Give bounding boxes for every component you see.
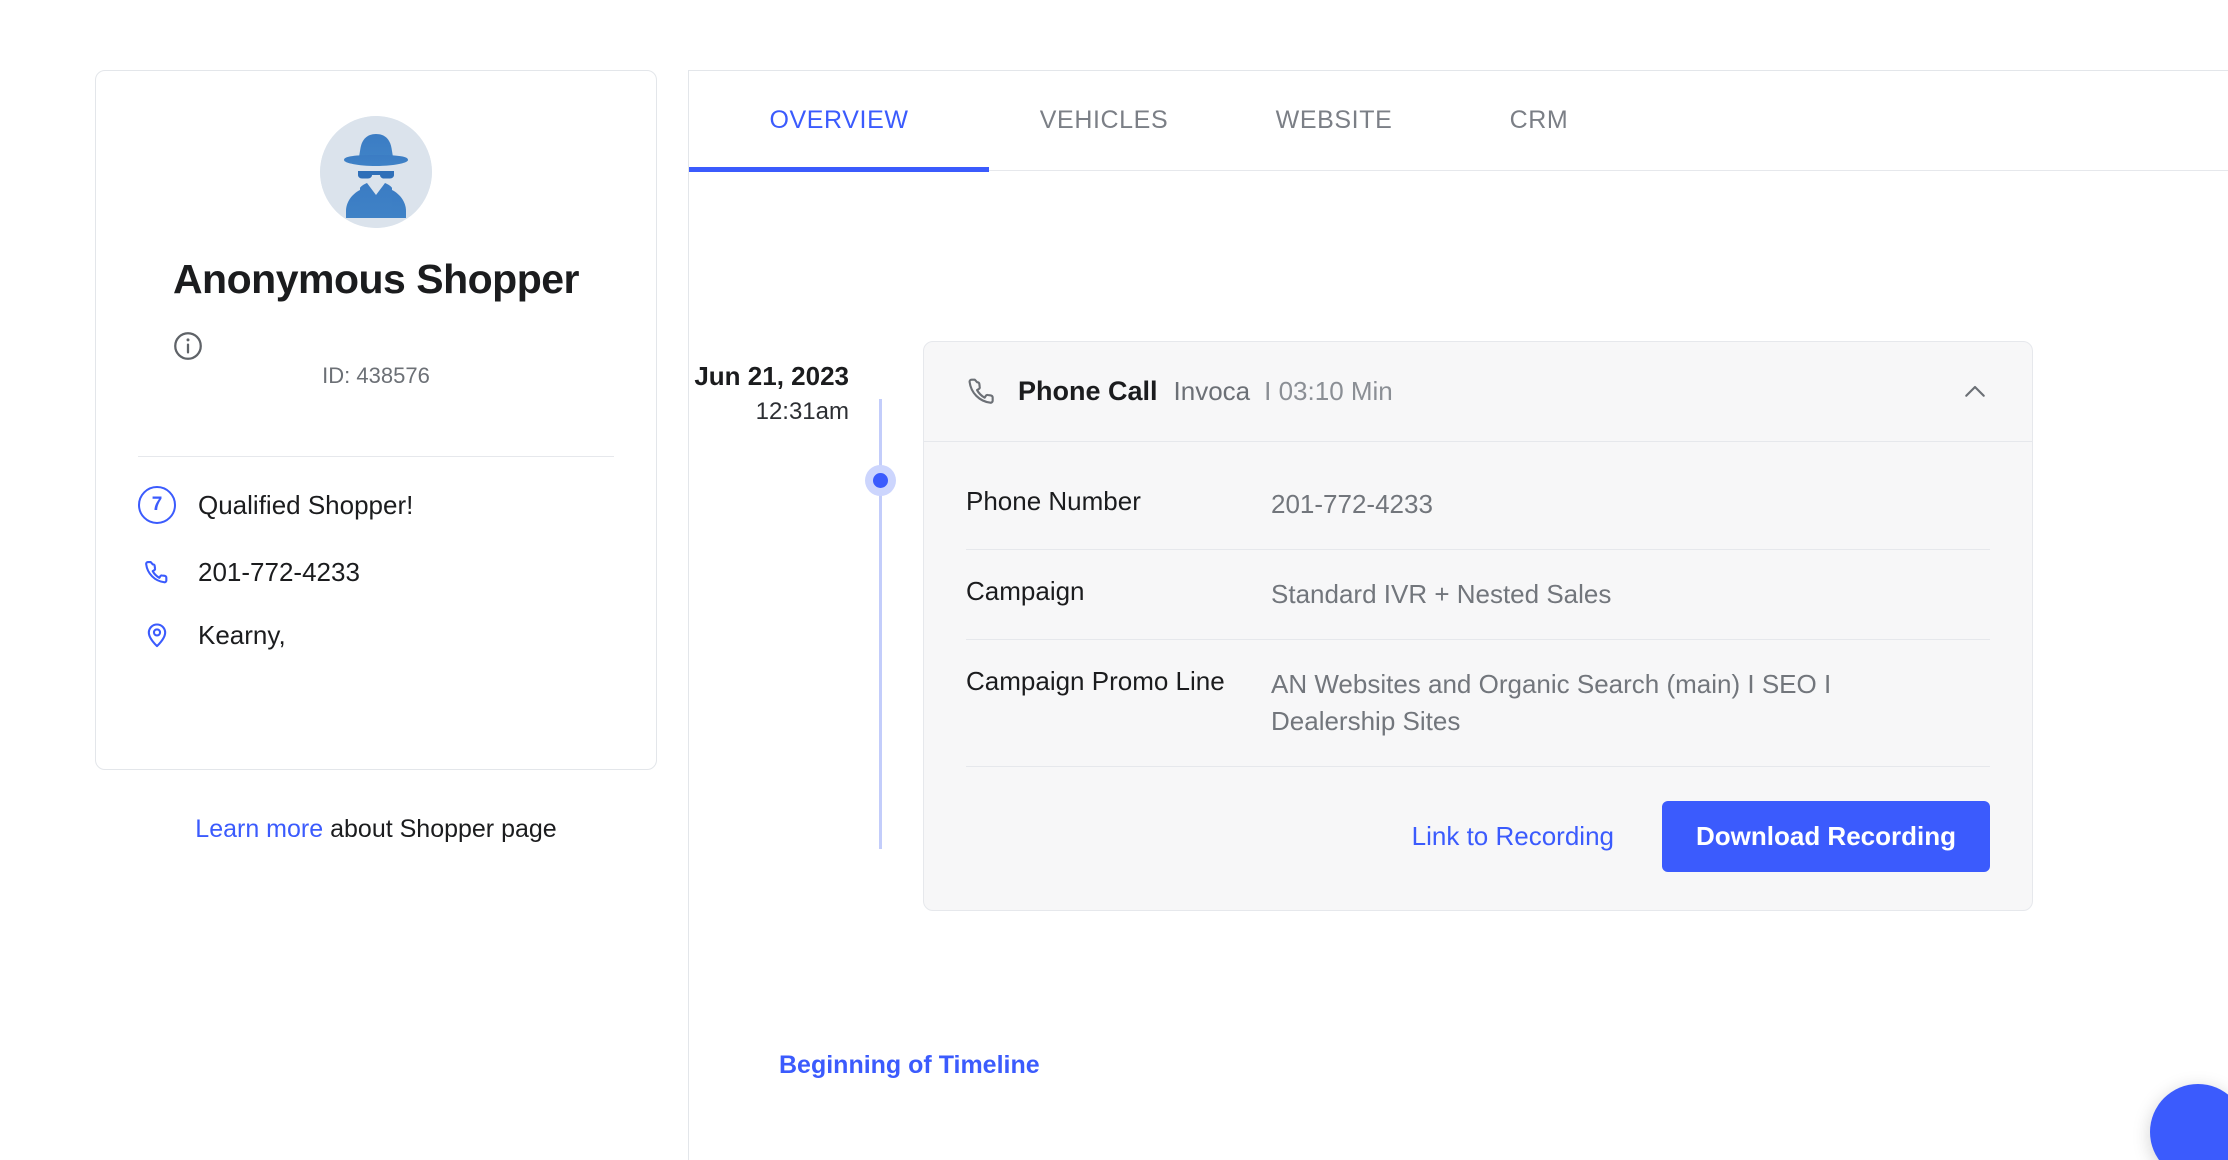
timeline: Jun 21, 2023 12:31am Phone Call Invoca I…: [689, 171, 2228, 1160]
learn-more-link[interactable]: Learn more: [195, 815, 323, 843]
detail-label: Phone Number: [966, 486, 1141, 516]
detail-value: Standard IVR + Nested Sales: [1271, 578, 1612, 609]
learn-more-suffix: about Shopper page: [323, 815, 557, 843]
shopper-id: ID: 438576: [322, 363, 430, 388]
qualified-shopper-row: 7 Qualified Shopper!: [138, 486, 413, 524]
event-title: Phone Call: [1018, 376, 1158, 406]
tab-overview[interactable]: OVERVIEW: [689, 71, 989, 172]
tab-bar: OVERVIEW VEHICLES WEBSITE CRM: [689, 71, 2228, 172]
event-actions: Link to Recording Download Recording: [924, 767, 2032, 910]
map-pin-icon: [138, 616, 176, 654]
event-source: Invoca: [1173, 376, 1251, 406]
detail-label: Campaign Promo Line: [966, 665, 1225, 696]
tab-website[interactable]: WEBSITE: [1219, 71, 1449, 171]
event-card-phone-call: Phone Call Invoca I 03:10 Min Phone Numb…: [923, 341, 2033, 911]
timeline-date: Jun 21, 2023: [694, 361, 849, 391]
timeline-dot: [865, 465, 896, 496]
location-value: Kearny,: [198, 619, 286, 650]
detail-value: AN Websites and Organic Search (main) I …: [1271, 668, 1832, 736]
detail-row: Phone Number 201-772-4233: [966, 460, 1990, 550]
event-details: Phone Number 201-772-4233 Campaign Stand…: [924, 442, 2032, 767]
beginning-of-timeline-label: Beginning of Timeline: [779, 1051, 1040, 1079]
download-recording-button[interactable]: Download Recording: [1662, 800, 1990, 872]
location-row: Kearny,: [138, 616, 286, 654]
phone-number: 201-772-4233: [198, 556, 360, 587]
divider: [138, 456, 614, 457]
phone-icon: [138, 553, 176, 591]
learn-more-line: Learn more about Shopper page: [95, 815, 657, 844]
main-panel: OVERVIEW VEHICLES WEBSITE CRM Jun 21, 20…: [688, 70, 2228, 1160]
sidebar: Anonymous Shopper ID: 438576 7 Qualified…: [0, 0, 688, 1160]
chevron-up-icon[interactable]: [1958, 375, 1992, 409]
timeline-time: 12:31am: [755, 398, 849, 425]
page-title: Anonymous Shopper: [172, 256, 580, 302]
info-circle-icon[interactable]: [171, 329, 205, 363]
link-to-recording-button[interactable]: Link to Recording: [1412, 821, 1614, 852]
detail-label: Campaign: [966, 575, 1085, 606]
qualified-shopper-label: Qualified Shopper!: [198, 489, 414, 520]
anonymous-shopper-avatar: [320, 116, 432, 228]
profile-card: Anonymous Shopper ID: 438576 7 Qualified…: [95, 70, 657, 770]
phone-icon: [966, 375, 1000, 409]
timeline-timestamp: Jun 21, 2023 12:31am: [689, 361, 849, 426]
detail-row: Campaign Promo Line AN Websites and Orga…: [966, 640, 1990, 767]
tab-crm[interactable]: CRM: [1449, 71, 1629, 171]
phone-row[interactable]: 201-772-4233: [138, 553, 360, 591]
detail-value: 201-772-4233: [1271, 489, 1433, 519]
detail-row: Campaign Standard IVR + Nested Sales: [966, 550, 1990, 640]
status-badge: 7: [138, 486, 176, 524]
shopper-profile-page: Anonymous Shopper ID: 438576 7 Qualified…: [0, 0, 2228, 1160]
event-duration: I 03:10 Min: [1264, 376, 1393, 406]
event-header[interactable]: Phone Call Invoca I 03:10 Min: [924, 342, 2032, 442]
tab-vehicles[interactable]: VEHICLES: [989, 71, 1219, 171]
